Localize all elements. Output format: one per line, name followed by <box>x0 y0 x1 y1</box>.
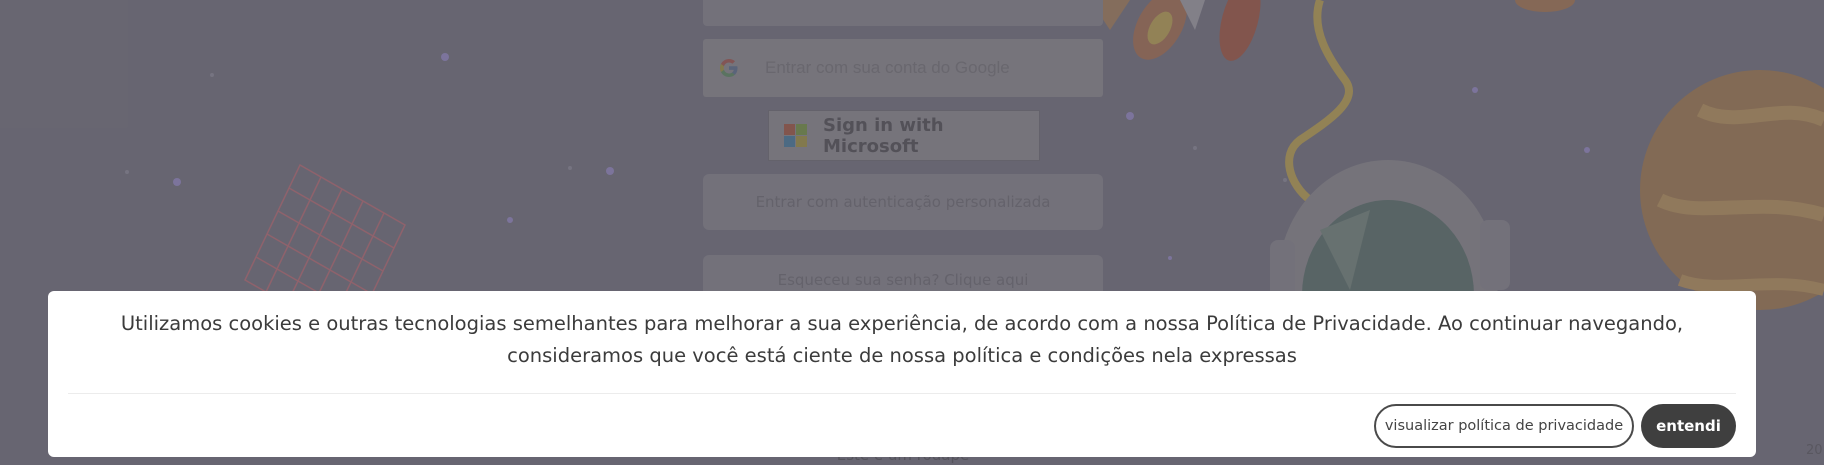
agree-button[interactable]: entendi <box>1641 404 1736 448</box>
banner-divider <box>68 393 1736 394</box>
cookie-message: Utilizamos cookies e outras tecnologias … <box>120 312 1684 367</box>
view-privacy-policy-button[interactable]: visualizar política de privacidade <box>1374 404 1634 448</box>
cookie-consent-banner: Utilizamos cookies e outras tecnologias … <box>48 291 1756 457</box>
